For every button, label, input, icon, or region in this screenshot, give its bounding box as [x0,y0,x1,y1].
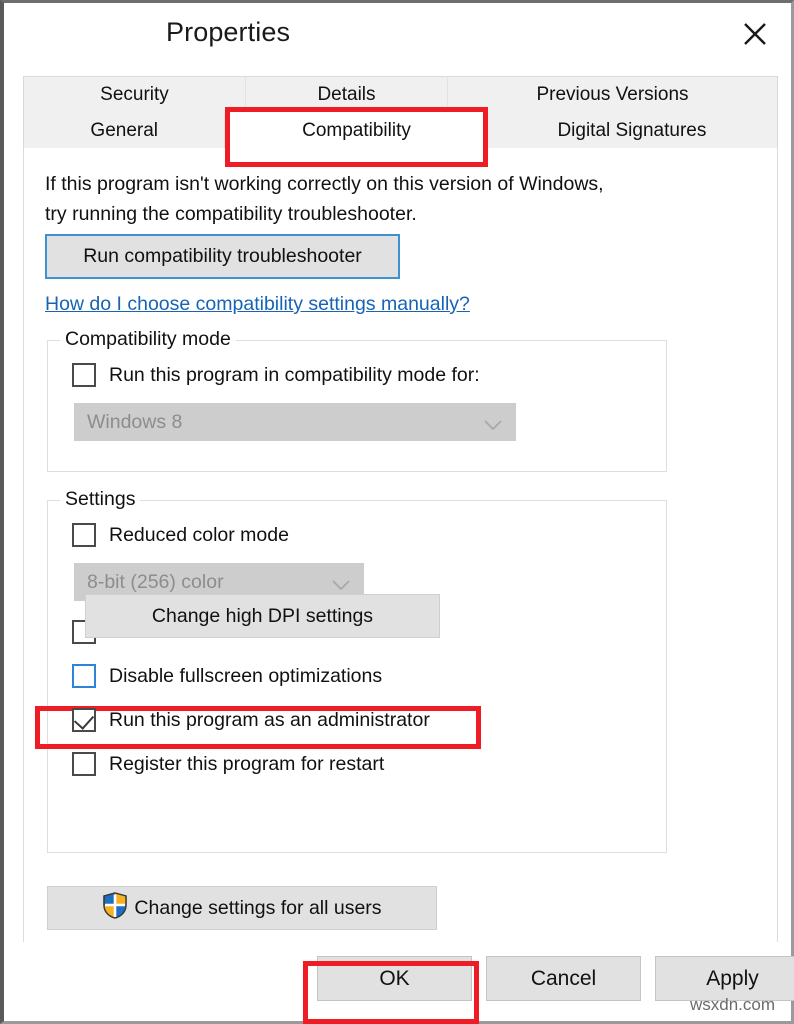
compatibility-mode-dropdown[interactable]: Windows 8 [74,403,516,441]
intro-line-1: If this program isn't working correctly … [45,173,604,195]
checkbox-box[interactable] [72,363,96,387]
dropdown-value: Windows 8 [87,410,183,433]
title-bar: Properties [4,3,791,69]
settings-group-title: Settings [60,488,141,511]
checkbox-reduced-color-mode[interactable]: Reduced color mode [72,523,289,547]
tab-general[interactable]: General [24,113,226,149]
tab-digital-signatures[interactable]: Digital Signatures [486,113,778,149]
tab-security[interactable]: Security [24,77,246,113]
properties-dialog: Properties Security Details Previous Ver… [0,0,794,1024]
checkbox-box[interactable] [72,523,96,547]
change-settings-for-all-users-button[interactable]: Change settings for all users [47,886,437,930]
checkbox-label: Run this program in compatibility mode f… [109,363,480,386]
dialog-button-bar: OK Cancel Apply [8,942,794,1018]
checkbox-box[interactable] [72,708,96,732]
checkbox-box[interactable] [72,664,96,688]
compatibility-panel: If this program isn't working correctly … [23,148,778,948]
intro-line-2: try running the compatibility troublesho… [45,203,417,225]
checkbox-run-in-compatibility-mode[interactable]: Run this program in compatibility mode f… [72,363,480,387]
window-title: Properties [166,17,291,47]
tab-row-upper: Security Details Previous Versions [24,77,777,113]
intro-text: If this program isn't working correctly … [45,169,745,229]
checkbox-label: Register this program for restart [109,752,385,775]
shield-icon [102,891,128,925]
checkbox-label: Disable fullscreen optimizations [109,664,383,687]
tab-compatibility-label: Compatibility [302,120,411,141]
compatibility-mode-group-title: Compatibility mode [60,328,236,351]
checkbox-box[interactable] [72,752,96,776]
compatibility-mode-group: Compatibility mode Run this program in c… [47,328,667,472]
run-compatibility-troubleshooter-button[interactable]: Run compatibility troubleshooter [45,234,400,279]
checkbox-run-as-administrator[interactable]: Run this program as an administrator [72,708,430,732]
checkbox-disable-fullscreen-optimizations[interactable]: Disable fullscreen optimizations [72,664,382,688]
checkbox-register-for-restart[interactable]: Register this program for restart [72,752,384,776]
cancel-button[interactable]: Cancel [486,956,641,1001]
compatibility-settings-help-link[interactable]: How do I choose compatibility settings m… [45,293,470,316]
chevron-down-icon [484,418,502,436]
checkbox-label: Run this program as an administrator [109,708,430,731]
tab-previous-versions[interactable]: Previous Versions [448,77,777,113]
checkbox-label: Reduced color mode [109,523,289,546]
checkmark-icon [73,709,95,730]
settings-group: Settings Reduced color mode 8-bit (256) … [47,488,667,853]
ok-button[interactable]: OK [317,956,472,1001]
tab-details[interactable]: Details [246,77,448,113]
all-users-button-label: Change settings for all users [134,896,382,919]
watermark: wsxdn.com [689,995,775,1014]
dropdown-value: 8-bit (256) color [87,570,224,593]
change-high-dpi-settings-button[interactable]: Change high DPI settings [85,594,440,638]
close-icon[interactable] [719,3,791,65]
